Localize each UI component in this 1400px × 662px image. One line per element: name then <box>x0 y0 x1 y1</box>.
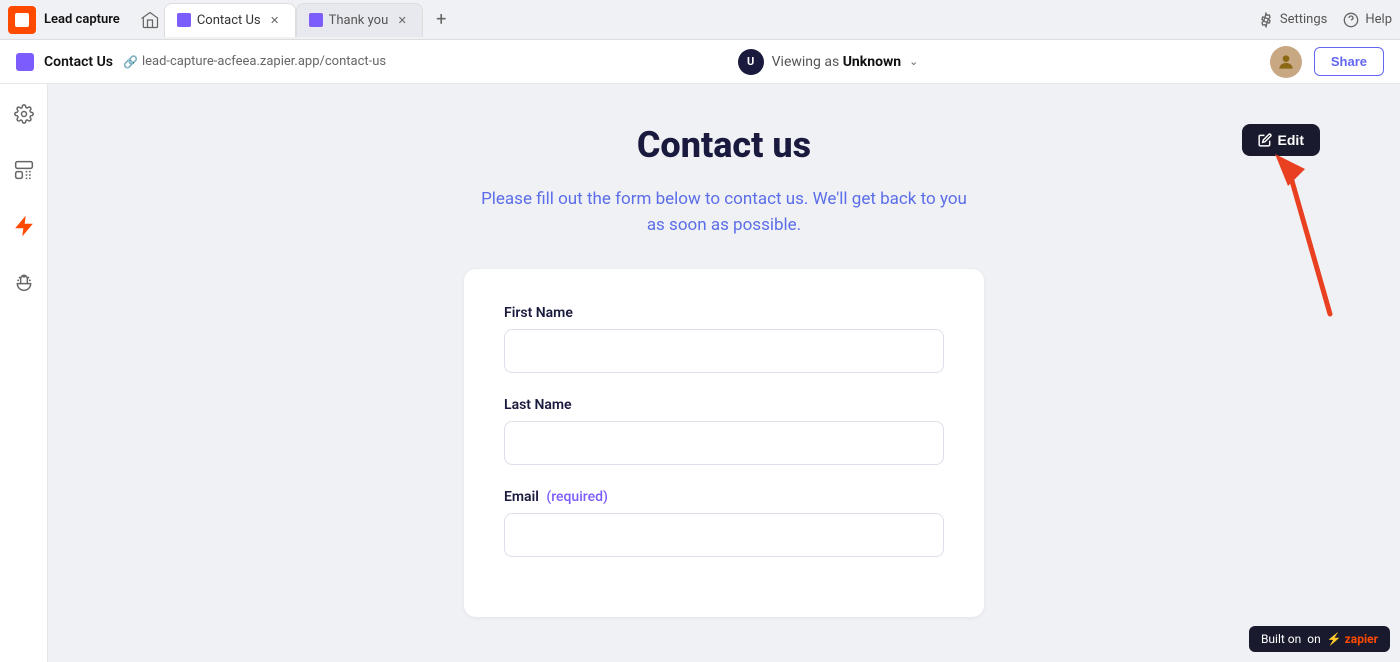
share-button[interactable]: Share <box>1314 47 1384 76</box>
sidebar-item-layout[interactable] <box>6 152 42 188</box>
content-area: Edit Contact us Please fill out the form… <box>48 84 1400 662</box>
help-icon <box>1343 12 1359 28</box>
url-text: lead-capture-acfeea.zapier.app/contact-u… <box>142 54 386 69</box>
first-name-field: First Name <box>504 305 944 373</box>
viewing-as-container[interactable]: U Viewing as Unknown ⌄ <box>738 49 919 75</box>
edit-arrow <box>1270 144 1350 324</box>
built-on-badge: Built on on ⚡ zapier <box>1249 626 1390 652</box>
user-avatar-button[interactable] <box>1270 46 1302 78</box>
email-label: Email (required) <box>504 489 944 505</box>
link-icon: 🔗 <box>123 55 138 69</box>
url-container: 🔗 lead-capture-acfeea.zapier.app/contact… <box>123 54 386 69</box>
tab-bar: Lead capture Contact Us ✕ Thank you ✕ + … <box>0 0 1400 40</box>
settings-button[interactable]: Settings <box>1258 12 1327 28</box>
chevron-down-icon: ⌄ <box>909 55 918 68</box>
lightning-icon <box>14 216 34 236</box>
page-heading: Contact us <box>637 124 811 166</box>
page-favicon <box>16 53 34 71</box>
edit-button-label: Edit <box>1278 132 1304 148</box>
form-card: First Name Last Name Email (required) <box>464 269 984 617</box>
first-name-input[interactable] <box>504 329 944 373</box>
app-icon <box>8 6 36 34</box>
settings-label: Settings <box>1280 12 1327 27</box>
tab-contact-us-label: Contact Us <box>197 13 261 28</box>
address-bar: Contact Us 🔗 lead-capture-acfeea.zapier.… <box>0 40 1400 84</box>
last-name-label: Last Name <box>504 397 944 413</box>
settings-icon <box>1258 12 1274 28</box>
zapier-brand: ⚡ zapier <box>1327 632 1378 646</box>
tab-thank-you[interactable]: Thank you ✕ <box>296 3 424 37</box>
debug-icon <box>14 272 34 292</box>
address-bar-page-title: Contact Us <box>44 54 113 70</box>
page-subtext: Please fill out the form below to contac… <box>474 186 974 239</box>
help-label: Help <box>1365 12 1392 27</box>
email-input[interactable] <box>504 513 944 557</box>
tab-thank-you-close[interactable]: ✕ <box>394 12 410 28</box>
tab-contact-us-icon <box>177 13 191 27</box>
gear-icon <box>14 104 34 124</box>
home-button[interactable] <box>136 6 164 34</box>
built-on-label: Built on <box>1261 632 1301 646</box>
edit-pencil-icon <box>1258 133 1272 147</box>
tab-contact-us[interactable]: Contact Us ✕ <box>164 3 296 37</box>
sidebar-item-settings[interactable] <box>6 96 42 132</box>
tab-thank-you-label: Thank you <box>329 13 389 28</box>
sidebar-item-debug[interactable] <box>6 264 42 300</box>
last-name-field: Last Name <box>504 397 944 465</box>
tab-contact-us-close[interactable]: ✕ <box>267 12 283 28</box>
last-name-input[interactable] <box>504 421 944 465</box>
user-avatar-icon <box>1276 52 1296 72</box>
tab-thank-you-icon <box>309 13 323 27</box>
layout-icon <box>14 160 34 180</box>
sidebar <box>0 84 48 662</box>
first-name-label: First Name <box>504 305 944 321</box>
app-name: Lead capture <box>44 12 120 27</box>
edit-button[interactable]: Edit <box>1242 124 1320 156</box>
main-layout: Edit Contact us Please fill out the form… <box>0 84 1400 662</box>
sidebar-item-automation[interactable] <box>6 208 42 244</box>
page-content: Contact us Please fill out the form belo… <box>464 124 984 622</box>
add-tab-button[interactable]: + <box>427 6 455 34</box>
email-field: Email (required) <box>504 489 944 557</box>
help-button[interactable]: Help <box>1343 12 1392 28</box>
viewing-as-text: Viewing as Unknown <box>772 54 902 70</box>
email-required-tag: (required) <box>546 489 608 505</box>
viewing-avatar: U <box>738 49 764 75</box>
